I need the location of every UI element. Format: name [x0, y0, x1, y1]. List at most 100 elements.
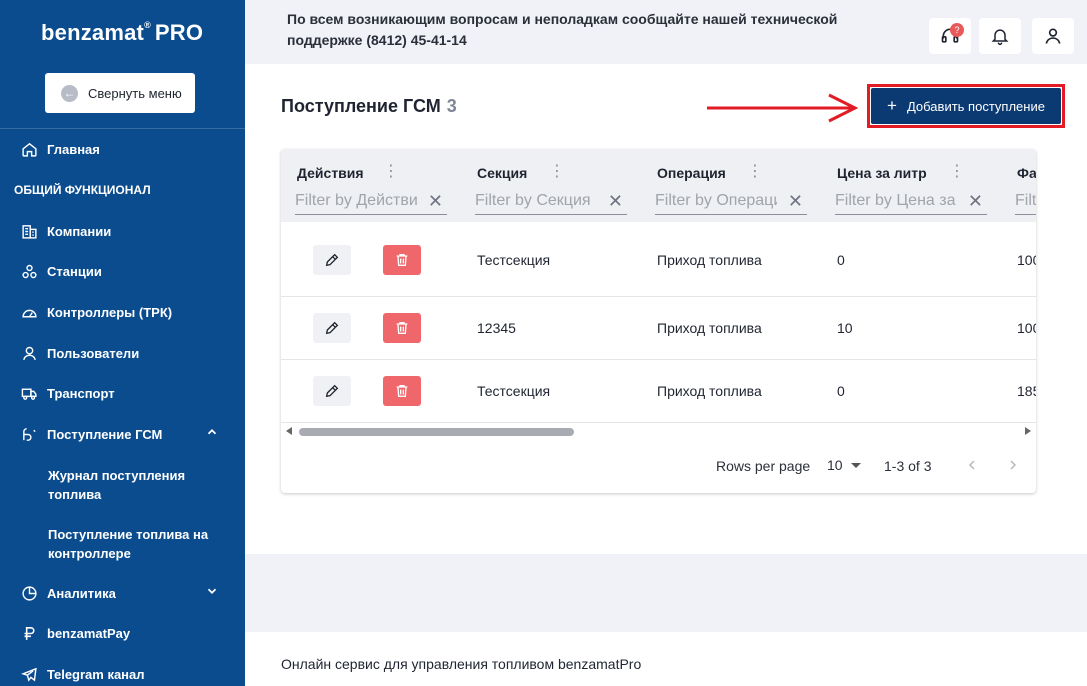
top-header: По всем возникающим вопросам и неполадка… [245, 0, 1087, 64]
clear-filter-icon[interactable]: ✕ [788, 191, 803, 212]
sidebar-subitem-controller-fuel[interactable]: Поступление топлива на контроллере [48, 525, 228, 563]
sidebar-item-label: Telegram канал [47, 666, 145, 682]
table-row: 12345 Приход топлива 10 100 [281, 297, 1036, 360]
ruble-icon [19, 625, 39, 642]
column-header-actions[interactable]: Действия [297, 165, 364, 181]
sidebar-item-label: Пользователи [47, 345, 140, 361]
sidebar-item-fuel-receipts[interactable]: Поступление ГСМ [0, 420, 245, 448]
cell-price: 0 [837, 383, 845, 399]
caret-down-icon [850, 462, 861, 468]
filter-input-actions[interactable] [295, 191, 417, 210]
telegram-icon [19, 666, 39, 683]
column-header-operation[interactable]: Операция [657, 165, 726, 181]
logo-registered: ® [144, 19, 151, 30]
add-receipt-label: Добавить поступление [906, 98, 1045, 114]
sidebar-item-label: Контроллеры (ТРК) [47, 304, 173, 320]
sidebar-item-companies[interactable]: Компании [0, 217, 245, 245]
sidebar-item-benzamatpay[interactable]: benzamatPay [0, 619, 245, 647]
trash-icon [396, 254, 408, 266]
cell-fact: 100 [1017, 320, 1036, 336]
profile-button[interactable] [1032, 18, 1074, 54]
delete-button[interactable] [383, 313, 421, 343]
collapse-menu-button[interactable]: ← Свернуть меню [45, 73, 195, 113]
next-page-button[interactable] [1001, 453, 1025, 477]
filter-section: ✕ [475, 187, 627, 215]
building-icon [19, 223, 39, 240]
rows-per-page-value: 10 [827, 457, 843, 473]
clear-filter-icon[interactable]: ✕ [428, 191, 443, 212]
pencil-icon [325, 253, 339, 267]
chevron-down-icon[interactable] [205, 584, 219, 598]
table-header: Действия ⋮ ✕ Секция ⋮ ✕ Операция ⋮ ✕ Цен… [281, 149, 1036, 222]
filter-input-operation[interactable] [655, 191, 777, 210]
edit-button[interactable] [313, 245, 351, 275]
support-button[interactable]: ? [929, 18, 971, 54]
support-notice: По всем возникающим вопросам и неполадка… [287, 11, 838, 48]
cell-fact: 185 [1017, 383, 1036, 399]
filter-input-fact[interactable] [1015, 191, 1036, 210]
scroll-left-arrow-icon[interactable] [286, 427, 292, 435]
arrow-left-icon: ← [61, 84, 78, 102]
sidebar-item-analytics[interactable]: Аналитика [0, 579, 245, 607]
edit-button[interactable] [313, 313, 351, 343]
table-row: Тестсекция Приход топлива 0 100 [281, 222, 1036, 297]
filter-input-section[interactable] [475, 191, 597, 210]
bell-icon [991, 29, 1009, 46]
rows-per-page-select[interactable]: 10 [827, 457, 861, 473]
clear-filter-icon[interactable]: ✕ [608, 191, 623, 212]
sidebar-item-label: Станции [47, 263, 102, 279]
pencil-icon [325, 384, 339, 398]
filter-fact [1015, 187, 1036, 215]
scrollbar-thumb[interactable] [299, 428, 574, 436]
delete-button[interactable] [383, 376, 421, 406]
column-menu-icon[interactable]: ⋮ [747, 164, 763, 180]
sidebar-item-label: Компании [47, 223, 112, 239]
filter-input-price[interactable] [835, 191, 957, 210]
table-row: Тестсекция Приход топлива 0 185 [281, 360, 1036, 423]
column-menu-icon[interactable]: ⋮ [549, 164, 565, 180]
user-icon [1045, 28, 1061, 44]
home-icon [19, 141, 39, 158]
horizontal-scrollbar[interactable] [281, 426, 1036, 438]
notifications-button[interactable] [979, 18, 1021, 54]
filter-actions: ✕ [295, 187, 447, 215]
table-pagination: Rows per page 10 1-3 of 3 [281, 441, 1036, 493]
chevron-up-icon[interactable] [205, 425, 219, 439]
page-title-text: Поступление ГСМ [281, 96, 441, 116]
sidebar-item-controllers[interactable]: Контроллеры (ТРК) [0, 298, 245, 326]
clear-filter-icon[interactable]: ✕ [968, 191, 983, 212]
sidebar-item-transport[interactable]: Транспорт [0, 379, 245, 407]
prev-page-button[interactable] [960, 453, 984, 477]
stations-icon [19, 263, 39, 280]
sidebar-subitem-fuel-journal[interactable]: Журнал поступления топлива [48, 466, 228, 504]
sidebar-item-label: Главная [47, 141, 100, 157]
scroll-right-arrow-icon[interactable] [1025, 427, 1031, 435]
record-count: 3 [446, 96, 457, 116]
delete-button[interactable] [383, 245, 421, 275]
sidebar-item-telegram[interactable]: Telegram канал [0, 660, 245, 686]
section-label-common: Общий функционал [14, 183, 151, 197]
annotation-arrow [707, 93, 859, 123]
user-icon [19, 345, 39, 362]
add-receipt-button[interactable]: + Добавить поступление [871, 88, 1061, 124]
edit-button[interactable] [313, 376, 351, 406]
column-header-section[interactable]: Секция [477, 165, 527, 181]
sidebar-item-home[interactable]: Главная [0, 135, 245, 163]
pagination-range: 1-3 of 3 [884, 458, 932, 474]
truck-icon [19, 385, 39, 402]
main-content: Поступление ГСМ 3 + Добавить поступление … [245, 64, 1087, 554]
page-footer: Онлайн сервис для управления топливом be… [245, 632, 1087, 686]
trash-icon [396, 322, 408, 334]
chevron-left-icon [968, 460, 975, 470]
support-badge: ? [950, 23, 964, 37]
footer-text: Онлайн сервис для управления топливом be… [281, 656, 642, 672]
column-header-fact[interactable]: Фа [1017, 165, 1036, 181]
column-menu-icon[interactable]: ⋮ [949, 164, 965, 180]
sidebar-item-stations[interactable]: Станции [0, 257, 245, 285]
sidebar-divider [0, 128, 245, 129]
sidebar-item-users[interactable]: Пользователи [0, 339, 245, 367]
collapse-menu-label: Свернуть меню [88, 85, 182, 101]
column-menu-icon[interactable]: ⋮ [383, 164, 399, 180]
chevron-right-icon [1010, 460, 1017, 470]
column-header-price[interactable]: Цена за литр [837, 165, 927, 181]
